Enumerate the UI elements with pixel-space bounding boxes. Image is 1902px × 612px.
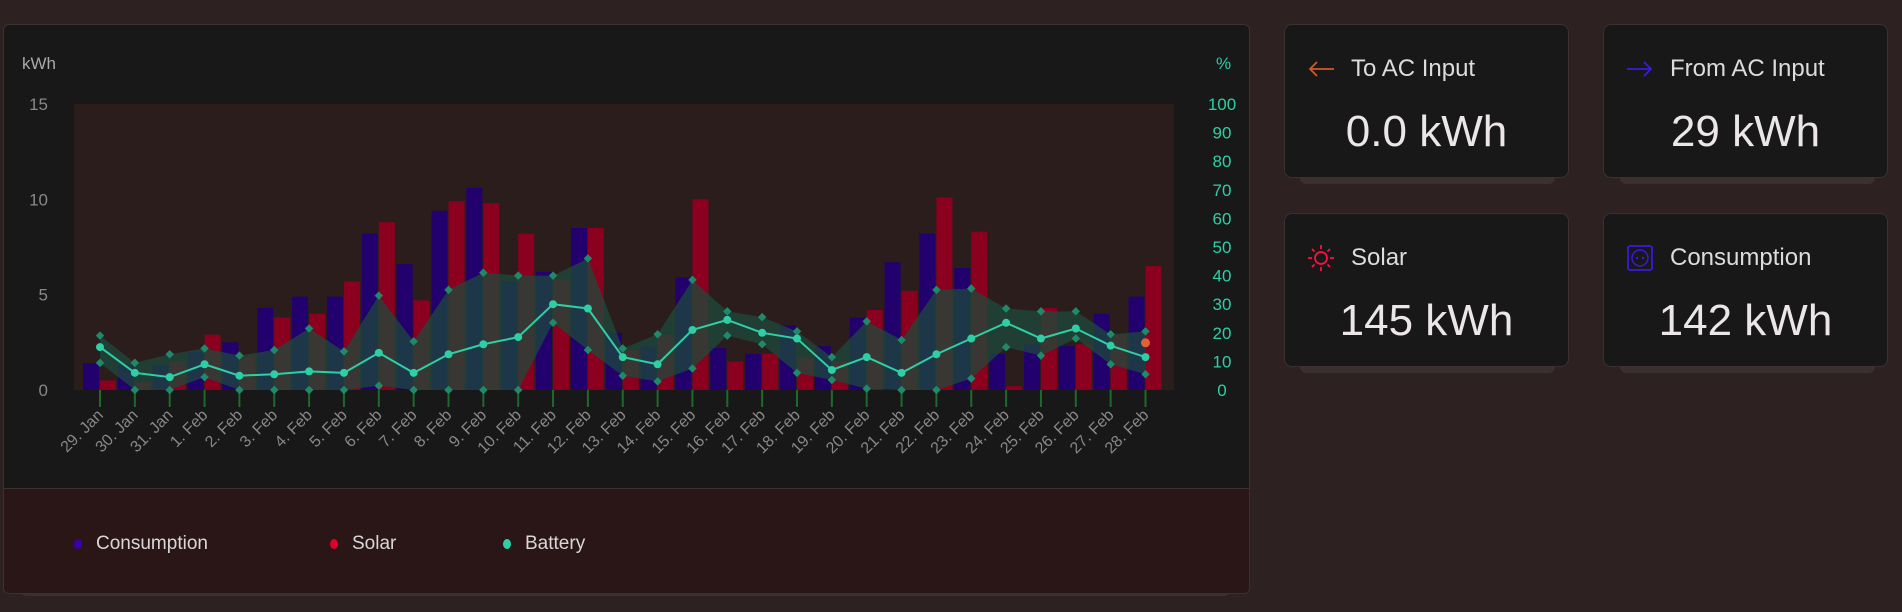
right-tick-label: 0: [1217, 381, 1226, 400]
battery-point: [653, 360, 662, 369]
left-tick-label: 5: [39, 286, 48, 305]
consumption-card: Consumption 142 kWh: [1603, 213, 1888, 367]
card-shadow: [1620, 367, 1875, 373]
card-shadow: [1620, 178, 1875, 184]
battery-point: [862, 353, 871, 362]
battery-point: [723, 315, 732, 324]
consumption-dot-icon: [74, 539, 82, 549]
arrow-left-icon: [1307, 55, 1335, 83]
battery-point: [758, 328, 767, 337]
battery-point: [514, 333, 523, 342]
energy-chart: kWh %051015010203040506070809010029. Jan3…: [22, 54, 1236, 457]
battery-point: [1002, 318, 1011, 327]
right-tick-label: 10: [1213, 352, 1232, 371]
x-tick-label: 4. Feb: [272, 407, 316, 451]
card-title: Consumption: [1670, 244, 1812, 271]
battery-point: [200, 360, 209, 369]
card-value: 29 kWh: [1670, 107, 1821, 156]
battery-point: [374, 348, 383, 357]
x-tick-label: 7. Feb: [376, 407, 420, 451]
card-title: To AC Input: [1351, 55, 1476, 82]
right-tick-label: 20: [1213, 324, 1232, 343]
card-title: From AC Input: [1670, 55, 1825, 82]
sun-icon: [1307, 244, 1335, 272]
x-tick-label: 8. Feb: [411, 407, 455, 451]
battery-point: [444, 350, 453, 359]
battery-point: [270, 370, 279, 379]
card-shadow: [1300, 178, 1555, 184]
card-value: 145 kWh: [1339, 296, 1514, 345]
battery-point: [1106, 341, 1115, 350]
current-battery-marker: [1141, 338, 1150, 348]
battery-point: [235, 371, 244, 380]
solar-bar: [100, 380, 116, 390]
battery-point: [1071, 324, 1080, 333]
battery-point: [479, 340, 488, 349]
energy-chart-card: kWh% 0 5 10 15 0 10 20 30 40 50 60 70 80 90 100 29. Jan 3…: [3, 24, 1250, 594]
solar-card: Solar 145 kWh: [1284, 213, 1569, 367]
battery-point: [583, 304, 592, 313]
battery-dot-icon: [503, 539, 511, 549]
solar-bar: [1145, 266, 1162, 390]
right-tick-label: 30: [1213, 295, 1232, 314]
legend-solar[interactable]: Solar: [330, 533, 396, 555]
legend-consumption[interactable]: Consumption: [74, 533, 208, 555]
battery-point: [549, 300, 558, 309]
card-title: Solar: [1351, 244, 1408, 271]
battery-point: [897, 368, 906, 377]
x-tick-label: 5. Feb: [307, 407, 351, 451]
right-tick-label: 40: [1213, 267, 1232, 286]
consumption-bar: [83, 363, 99, 390]
x-tick-label: 1. Feb: [167, 407, 211, 451]
battery-point: [827, 365, 836, 374]
battery-point: [793, 334, 801, 343]
battery-point: [932, 350, 941, 359]
x-tick-label: 6. Feb: [342, 407, 386, 451]
battery-point: [1141, 353, 1150, 362]
battery-point: [96, 343, 104, 352]
card-value: 0.0 kWh: [1345, 107, 1508, 156]
from-ac-input-card: From AC Input 29 kWh: [1603, 24, 1888, 178]
battery-point: [165, 373, 174, 382]
right-tick-label: 70: [1213, 181, 1232, 200]
socket-icon: [1626, 244, 1654, 272]
chart-legend: Consumption Solar Battery: [4, 488, 1249, 593]
left-tick-label: 0: [39, 381, 48, 400]
battery-point: [305, 367, 314, 376]
right-tick-label: 90: [1213, 124, 1232, 143]
battery-point: [409, 368, 418, 377]
legend-battery[interactable]: Battery: [503, 533, 585, 555]
right-axis-label: %: [1216, 54, 1231, 73]
left-axis-label: kWh: [22, 54, 56, 73]
x-tick-label: 3. Feb: [237, 407, 281, 451]
left-tick-label: 10: [29, 190, 48, 209]
right-tick-label: 80: [1213, 152, 1232, 171]
battery-point: [967, 334, 976, 343]
battery-point: [130, 368, 139, 377]
left-tick-label: 15: [29, 95, 48, 114]
battery-point: [339, 368, 348, 377]
legend-label: Consumption: [96, 533, 208, 554]
x-tick-label: 2. Feb: [202, 407, 246, 451]
right-tick-label: 50: [1213, 238, 1232, 257]
arrow-right-icon: [1626, 55, 1654, 83]
right-tick-label: 60: [1213, 209, 1232, 228]
battery-point: [1036, 334, 1045, 343]
legend-label: Battery: [525, 533, 586, 554]
battery-point: [618, 353, 627, 362]
legend-label: Solar: [352, 533, 397, 554]
card-value: 142 kWh: [1658, 296, 1833, 345]
card-shadow: [1300, 367, 1555, 373]
solar-dot-icon: [330, 539, 338, 549]
battery-point: [688, 325, 697, 334]
to-ac-input-card: To AC Input 0.0 kWh: [1284, 24, 1569, 178]
right-tick-label: 100: [1208, 95, 1236, 114]
